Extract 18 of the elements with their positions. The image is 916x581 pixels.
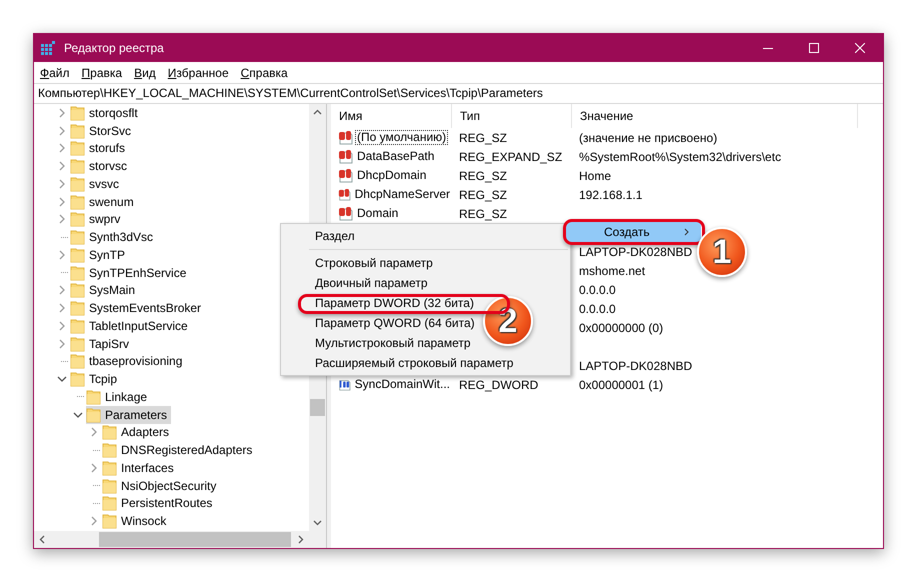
value-type: REG_SZ	[459, 130, 508, 144]
value-data: Home	[579, 168, 612, 182]
value-type: REG_DWORD	[459, 378, 538, 392]
value-data: 0x00000000 (0)	[579, 320, 664, 334]
value-data: 0.0.0.0	[579, 302, 616, 316]
window-title: Редактор реестра	[64, 41, 165, 55]
value-type: REG_EXPAND_SZ	[459, 150, 562, 164]
value-data: %SystemRoot%\System32\drivers\etc	[579, 150, 782, 164]
value-data: 0.0.0.0	[579, 282, 616, 296]
value-data: LAPTOP-DK028NBD	[579, 244, 692, 258]
value-data: 192.168.1.1	[579, 188, 642, 202]
value-data: mshome.net	[579, 264, 646, 278]
value-data: (значение не присвоено)	[579, 130, 718, 144]
value-data: LAPTOP-DK028NBD	[579, 358, 692, 372]
value-data: 0x00000001 (1)	[579, 378, 664, 392]
value-type: REG_SZ	[459, 168, 508, 182]
value-type: REG_SZ	[459, 206, 508, 220]
value-type: REG_SZ	[459, 188, 508, 202]
